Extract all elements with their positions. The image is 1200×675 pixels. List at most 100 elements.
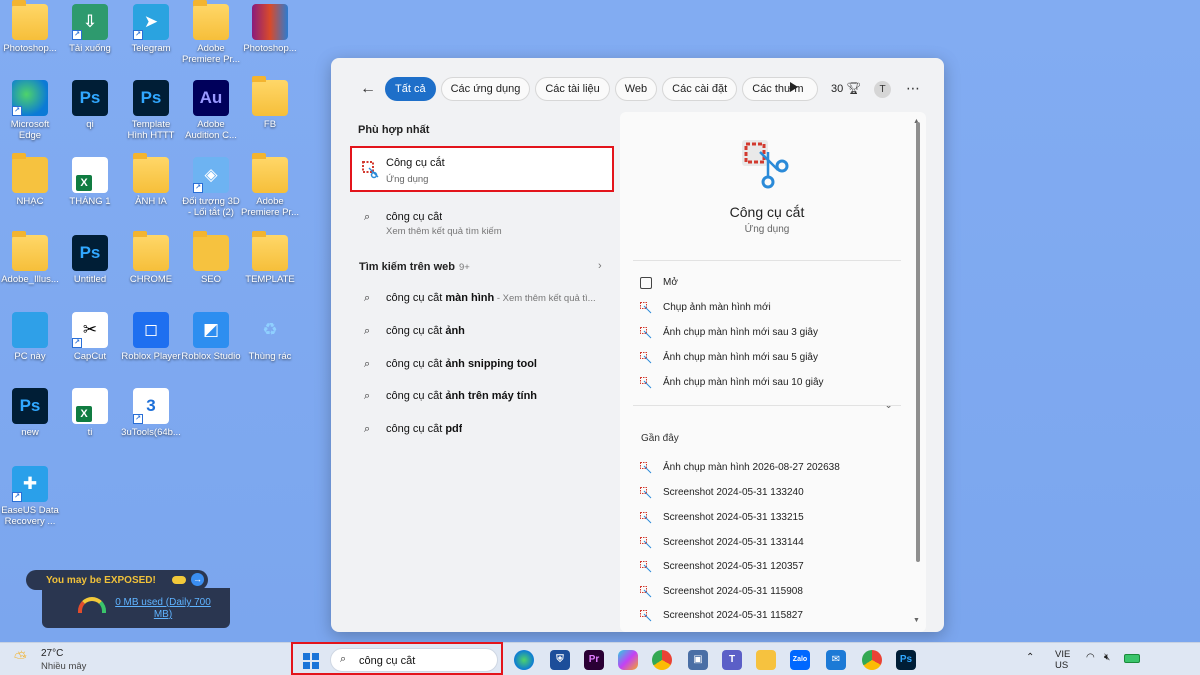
web-result[interactable]: ⌕ công cụ cắt ảnh	[360, 323, 610, 347]
explorer-icon[interactable]	[756, 650, 776, 670]
desktop-icon-chrome-folder[interactable]: CHROME	[121, 231, 181, 285]
tab-apps[interactable]: Các ứng dụng	[440, 77, 531, 101]
recent-item[interactable]: Screenshot 2024-05-31 133144	[640, 535, 890, 553]
photoshop-icon[interactable]: Ps	[896, 650, 916, 670]
desktop-icon-premiere-folder[interactable]: Adobe Premiere Pr...	[181, 0, 241, 65]
weather-temperature[interactable]: 27°C	[41, 648, 63, 659]
image-folder-icon	[193, 231, 229, 271]
desktop-icon-fb[interactable]: FB	[240, 76, 300, 130]
recent-item[interactable]: Screenshot 2024-05-31 120357	[640, 559, 890, 577]
tab-settings[interactable]: Các cài đặt	[662, 77, 738, 101]
snip-small-icon	[640, 462, 652, 474]
language-indicator[interactable]: VIE US	[1055, 649, 1070, 671]
desktop-icon-photoshop-folder[interactable]: Photoshop...	[0, 0, 60, 54]
recent-item[interactable]: Screenshot 2024-05-31 133215	[640, 510, 890, 528]
best-match-item[interactable]: Công cụ cắt Ứng dụng	[350, 146, 614, 192]
data-usage-link[interactable]: 0 MB used (Daily 700 MB)	[108, 597, 218, 621]
security-widget[interactable]: You may be EXPOSED! → 0 MB used (Daily 7…	[26, 570, 230, 628]
desktop-icon-premiere-folder-2[interactable]: Adobe Premiere Pr...	[240, 153, 300, 218]
web-result[interactable]: ⌕ công cụ cắt ảnh trên máy tính	[360, 388, 610, 412]
recent-item[interactable]: Ảnh chụp màn hình 2026-08-27 202638	[640, 460, 890, 478]
search-suggestion-hint: Xem thêm kết quả tìm kiếm	[386, 226, 502, 237]
back-arrow-icon[interactable]: ←	[360, 80, 378, 98]
recent-item[interactable]: Screenshot 2024-05-31 115908	[640, 584, 890, 602]
search-icon: ⌕	[364, 423, 371, 435]
app-detail-pane	[620, 112, 926, 632]
volume-muted-icon[interactable]: 🔇︎	[1104, 652, 1110, 663]
action-label: Ảnh chụp màn hình mới sau 3 giây	[663, 327, 818, 338]
desktop-icon-3utools[interactable]: 3 ↗ 3uTools(64b...	[121, 388, 181, 438]
tab-documents[interactable]: Các tài liệu	[535, 77, 610, 101]
desktop-icon-telegram[interactable]: ➤ ↗ Telegram	[121, 4, 181, 54]
premiere-icon[interactable]: Pr	[584, 650, 604, 670]
copilot-icon[interactable]	[618, 650, 638, 670]
recent-item[interactable]: Screenshot 2024-05-31 133240	[640, 485, 890, 503]
desktop-icon-template-hinh[interactable]: Ps Template Hình HTTT	[121, 80, 181, 141]
battery-icon[interactable]	[1124, 654, 1140, 663]
weather-condition[interactable]: Nhiều mây	[41, 661, 86, 672]
desktop-icon-easeus[interactable]: ✚ ↗ EaseUS Data Recovery ...	[0, 466, 60, 527]
desktop-icon-recycle-bin[interactable]: ♻ Thùng rác	[240, 312, 300, 362]
desktop-icon-illustrator-folder[interactable]: Adobe_Illus...	[0, 231, 60, 285]
chrome-icon[interactable]	[652, 650, 672, 670]
search-suggestion[interactable]: ⌕ công cụ cắt Xem thêm kết quả tìm kiếm	[360, 209, 610, 239]
weather-cloud-sun-icon[interactable]: ⛅︎	[14, 650, 27, 668]
desktop-icon-new[interactable]: Ps new	[0, 388, 60, 438]
desktop-icon-template[interactable]: TEMPLATE	[240, 231, 300, 285]
tab-all[interactable]: Tất cả	[385, 77, 436, 101]
roblox-icon: ◻	[133, 312, 169, 348]
3d-objects-icon: ◈ ↗	[193, 157, 229, 193]
desktop-icon-untitled[interactable]: Ps Untitled	[60, 235, 120, 285]
device-icon[interactable]: ▣	[688, 650, 708, 670]
desktop-icon-anh-ia[interactable]: ẢNH IA	[121, 153, 181, 207]
desktop-icon-photoshop-rar[interactable]: Photoshop...	[240, 4, 300, 54]
wifi-icon[interactable]: ◠	[1086, 652, 1095, 663]
web-result[interactable]: ⌕ công cụ cắt ảnh snipping tool	[360, 356, 610, 380]
tab-web[interactable]: Web	[614, 77, 658, 101]
desktop-icon-seo[interactable]: SEO	[181, 231, 241, 285]
action-screenshot-5s[interactable]: Ảnh chụp màn hình mới sau 5 giây	[640, 350, 890, 368]
desktop-icon-ti[interactable]: ti	[60, 388, 120, 438]
roblox-studio-icon: ◩	[193, 312, 229, 348]
chevron-right-icon[interactable]: ›	[598, 260, 602, 272]
desktop-icon-thang1[interactable]: THÁNG 1	[60, 157, 120, 207]
desktop-icon-qi[interactable]: Ps qi	[60, 80, 120, 130]
web-result[interactable]: ⌕ công cụ cắt pdf	[360, 421, 610, 445]
mail-icon[interactable]: ✉	[826, 650, 846, 670]
windows-start-icon[interactable]	[303, 653, 319, 669]
capcut-icon: ✂ ↗	[72, 312, 108, 348]
teams-icon[interactable]: T	[722, 650, 742, 670]
tab-folders[interactable]: Các thư m	[742, 77, 819, 101]
desktop-icon-nhac[interactable]: NHẠC	[0, 153, 60, 207]
action-screenshot-3s[interactable]: Ảnh chụp màn hình mới sau 3 giây	[640, 325, 890, 343]
desktop-icon-audition[interactable]: Au Adobe Audition C...	[181, 80, 241, 141]
divider	[633, 405, 901, 406]
defender-icon[interactable]: ⛨	[550, 650, 570, 670]
recent-item[interactable]: Screenshot 2024-05-31 115827	[640, 608, 890, 626]
snipping-tool-icon	[362, 161, 379, 179]
scrollbar[interactable]	[916, 122, 920, 562]
scroll-down-icon[interactable]: ▼	[913, 617, 920, 624]
language-bottom: US	[1055, 660, 1069, 671]
chrome-alt-icon[interactable]	[862, 650, 882, 670]
desktop-icon-capcut[interactable]: ✂ ↗ CapCut	[60, 312, 120, 362]
desktop-icon-3d-objects[interactable]: ◈ ↗ Đối tượng 3D - Lối tắt (2)	[181, 157, 241, 218]
chevron-up-icon[interactable]: ⌃	[1026, 652, 1034, 663]
desktop-icon-downloads[interactable]: ⇩ ↗ Tải xuống	[60, 4, 120, 54]
desktop-icon-roblox-studio[interactable]: ◩ Roblox Studio	[181, 312, 241, 362]
more-tabs-play-icon[interactable]	[790, 82, 798, 92]
edge-icon[interactable]	[514, 650, 534, 670]
avatar[interactable]: T	[874, 81, 891, 98]
search-input[interactable]	[359, 652, 489, 669]
desktop-icon-roblox-player[interactable]: ◻ Roblox Player	[121, 312, 181, 362]
taskbar-search[interactable]: ⌕	[330, 648, 498, 672]
web-result[interactable]: ⌕ công cụ cắt màn hình - Xem thêm kết quả…	[360, 290, 610, 314]
more-options-icon[interactable]: ⋯	[906, 80, 920, 97]
zalo-icon[interactable]: Zalo	[790, 650, 810, 670]
desktop-icon-this-pc[interactable]: PC này	[0, 312, 60, 362]
desktop-icon-edge[interactable]: ↗ Microsoft Edge	[0, 80, 60, 141]
action-open[interactable]: Mở	[640, 275, 890, 293]
action-screenshot-10s[interactable]: Ảnh chụp màn hình mới sau 10 giây	[640, 375, 890, 393]
rewards-trophy-icon[interactable]: 🏆︎	[846, 81, 861, 95]
action-new-screenshot[interactable]: Chụp ảnh màn hình mới	[640, 300, 890, 318]
